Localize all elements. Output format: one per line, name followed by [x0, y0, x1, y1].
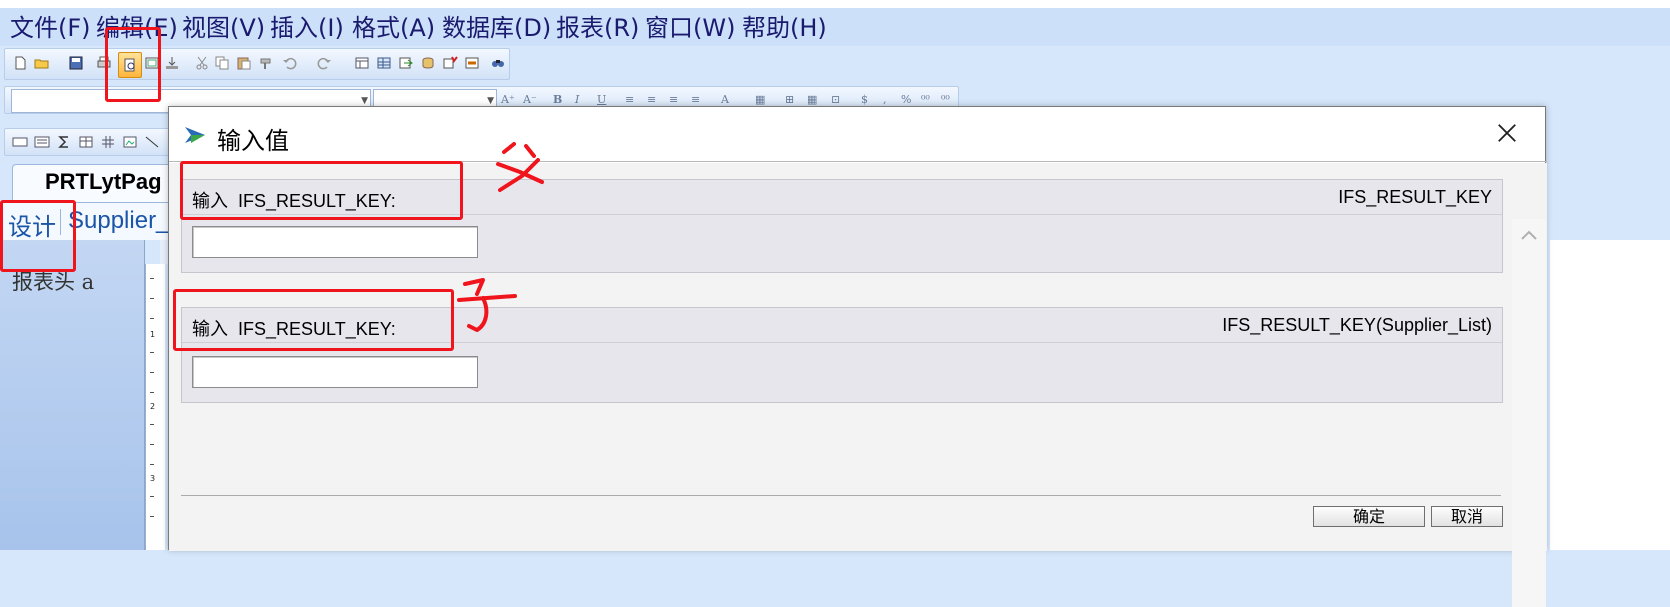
ruler-tick — [150, 516, 154, 517]
sub-table-icon[interactable] — [77, 134, 95, 150]
button-separator — [181, 495, 1501, 496]
document-tab-label: PRTLytPag — [45, 169, 162, 194]
title-strip — [0, 0, 1670, 8]
ruler-number: 1 — [150, 330, 156, 339]
annotation-box-param-2 — [173, 289, 454, 351]
check-icon[interactable] — [441, 55, 459, 71]
report-page-edge — [1550, 240, 1670, 550]
line-icon[interactable] — [143, 134, 161, 150]
align-right-icon[interactable]: ≡ — [669, 93, 678, 106]
menu-file[interactable]: 文件(F) — [10, 14, 91, 42]
standard-toolbar — [4, 48, 510, 80]
section-panel: 报表头 a — [0, 240, 145, 550]
ruler-number: 2 — [150, 402, 156, 411]
percent-icon[interactable]: % — [901, 93, 911, 106]
param-name: IFS_RESULT_KEY — [1338, 187, 1492, 207]
open-icon[interactable] — [33, 55, 51, 71]
menu-window[interactable]: 窗口(W) — [645, 14, 735, 42]
param-input-2[interactable] — [192, 356, 478, 388]
menu-help[interactable]: 帮助(H) — [742, 14, 827, 42]
close-icon[interactable] — [1491, 117, 1523, 149]
split-icon[interactable]: ⊡ — [831, 93, 840, 106]
cross-table-icon[interactable] — [99, 134, 117, 150]
bold-icon[interactable]: B — [553, 93, 562, 106]
ruler-tick — [150, 352, 154, 353]
ruler-tick — [150, 444, 154, 445]
image-icon[interactable] — [121, 134, 139, 150]
format-painter-icon[interactable] — [257, 55, 275, 71]
cancel-button[interactable]: 取消 — [1431, 506, 1503, 527]
app-logo-icon — [183, 123, 209, 147]
annotation-box-preview — [105, 27, 161, 102]
ruler-tick — [150, 496, 154, 497]
annotation-child-scribble — [457, 278, 517, 332]
ruler-tick — [150, 278, 154, 279]
dialog-content: 输入 IFS_RESULT_KEY: IFS_RESULT_KEY 输入 IFS… — [169, 163, 1547, 607]
annotation-box-param-1 — [180, 161, 463, 220]
insert-icon[interactable] — [397, 55, 415, 71]
currency-icon[interactable]: $ — [861, 93, 868, 106]
document-tab[interactable]: PRTLytPag — [12, 164, 180, 202]
ruler-number: 3 — [150, 474, 156, 483]
menu-database[interactable]: 数据库(D) — [442, 14, 551, 42]
ruler-tick — [150, 372, 154, 373]
export-icon[interactable] — [163, 55, 181, 71]
italic-icon[interactable]: I — [575, 93, 579, 106]
ok-button[interactable]: 确定 — [1313, 506, 1425, 527]
align-center-icon[interactable]: ≡ — [647, 93, 656, 106]
new-icon[interactable] — [11, 55, 29, 71]
cell-icon[interactable]: ⊞ — [785, 93, 794, 106]
param-input-1[interactable] — [192, 226, 478, 258]
ruler-tick — [150, 464, 154, 465]
save-icon[interactable] — [67, 55, 85, 71]
merge-icon[interactable]: ▦ — [807, 93, 817, 106]
tab-supplier[interactable]: Supplier_ — [68, 207, 169, 235]
ruler-tick — [150, 318, 154, 319]
ruler-tick — [150, 298, 154, 299]
menu-report[interactable]: 报表(R) — [556, 14, 639, 42]
undo-icon[interactable] — [281, 55, 299, 71]
font-color-icon[interactable]: A — [721, 93, 729, 106]
menu-insert[interactable]: 插入(I) — [270, 14, 344, 42]
grow-font-icon[interactable]: A⁺ — [501, 93, 515, 106]
label-icon[interactable] — [11, 134, 29, 150]
annotation-box-design-tab — [0, 200, 76, 272]
object-toolbar — [4, 128, 174, 156]
menu-view[interactable]: 视图(V) — [182, 14, 265, 42]
comma-icon[interactable]: , — [883, 93, 887, 106]
menu-format[interactable]: 格式(A) — [352, 14, 435, 42]
vertical-scrollbar[interactable] — [1512, 219, 1546, 607]
vertical-ruler: 1 2 3 — [145, 264, 165, 550]
redo-icon[interactable] — [315, 55, 333, 71]
justify-icon[interactable]: ≡ — [691, 93, 700, 106]
textbox-icon[interactable] — [33, 134, 51, 150]
ruler-tick — [150, 424, 154, 425]
decrease-decimal-icon[interactable]: ⁰⁰ — [941, 93, 950, 106]
cut-icon[interactable] — [193, 55, 211, 71]
underline-icon[interactable]: U — [597, 93, 606, 106]
database-icon[interactable] — [419, 55, 437, 71]
copy-icon[interactable] — [213, 55, 231, 71]
ruler-tick — [150, 392, 154, 393]
dialog-title: 输入值 — [217, 127, 289, 155]
grid-icon[interactable] — [375, 55, 393, 71]
param-name: IFS_RESULT_KEY(Supplier_List) — [1222, 315, 1492, 335]
align-left-icon[interactable]: ≡ — [625, 93, 634, 106]
field-icon[interactable] — [463, 55, 481, 71]
scroll-up-icon[interactable] — [1518, 225, 1540, 245]
menu-bar: 文件(F) 编辑(E) 视图(V) 插入(I) 格式(A) 数据库(D) 报表(… — [0, 8, 1670, 46]
border-icon[interactable]: ▦ — [755, 93, 765, 106]
find-icon[interactable] — [489, 55, 507, 71]
increase-decimal-icon[interactable]: ⁰⁰ — [921, 93, 930, 106]
shrink-font-icon[interactable]: A⁻ — [523, 93, 537, 106]
annotation-parent-scribble — [496, 142, 544, 192]
sum-icon[interactable] — [55, 134, 73, 150]
table-icon[interactable] — [353, 55, 371, 71]
paste-icon[interactable] — [235, 55, 253, 71]
